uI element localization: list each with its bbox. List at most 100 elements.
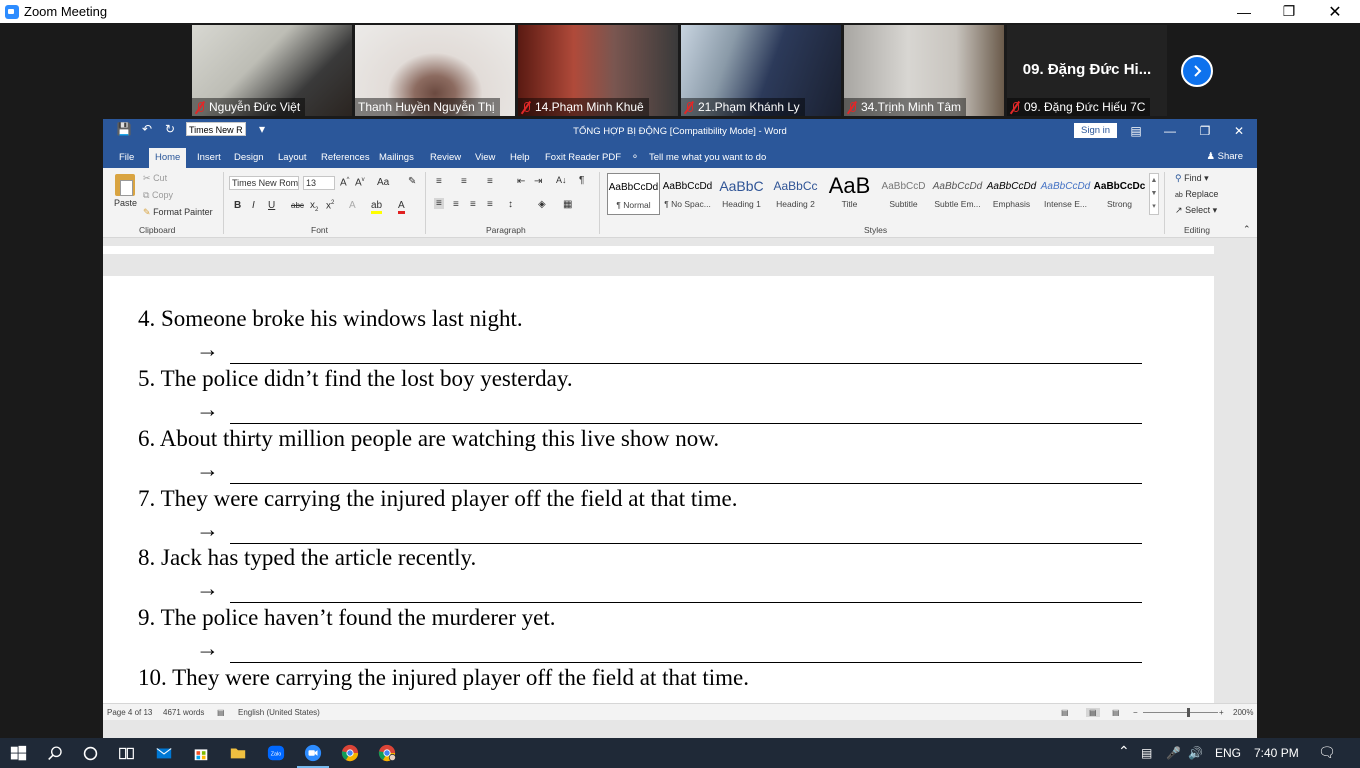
subscript-button[interactable]: x2	[310, 200, 318, 213]
vertical-scrollbar[interactable]	[1214, 238, 1257, 703]
task-view-icon[interactable]	[116, 743, 136, 763]
participant-tile[interactable]: 34.Trịnh Minh Tâm	[844, 25, 1004, 116]
close-button[interactable]: ✕	[1312, 0, 1358, 23]
cut-button[interactable]: ✂ Cut	[143, 173, 167, 184]
tab-layout[interactable]: Layout	[278, 148, 307, 168]
clear-formatting-icon[interactable]: ✎	[408, 176, 416, 187]
strikethrough-button[interactable]: abc	[291, 201, 304, 210]
tab-foxit[interactable]: Foxit Reader PDF	[545, 148, 621, 168]
tab-home[interactable]: Home	[149, 148, 187, 168]
bullets-button[interactable]: ≡	[436, 176, 442, 187]
read-mode-icon[interactable]: ▤	[1061, 708, 1069, 717]
word-close-button[interactable]: ✕	[1222, 119, 1256, 143]
tab-view[interactable]: View	[475, 148, 495, 168]
notifications-icon[interactable]: 🗨	[1318, 744, 1336, 761]
word-minimize-button[interactable]: —	[1153, 119, 1187, 143]
style-intense-emphasis[interactable]: AaBbCcDd Intense E...	[1039, 173, 1092, 215]
bold-button[interactable]: B	[234, 200, 241, 211]
store-icon[interactable]	[191, 743, 211, 763]
document-page[interactable]: 4. Someone broke his windows last night.…	[103, 276, 1214, 703]
proofing-icon[interactable]: ▤	[217, 708, 225, 717]
change-case-button[interactable]: Aa	[377, 177, 389, 188]
justify-button[interactable]: ≡	[487, 199, 493, 210]
borders-button[interactable]: ▦	[563, 199, 572, 210]
chrome-profile-icon[interactable]	[377, 743, 397, 763]
grow-font-button[interactable]: A^	[340, 177, 350, 188]
superscript-button[interactable]: x2	[326, 200, 334, 211]
align-right-button[interactable]: ≡	[470, 199, 476, 210]
participant-tile[interactable]: Nguyễn Đức Việt	[192, 25, 352, 116]
shrink-font-button[interactable]: Av	[355, 177, 365, 188]
participant-tile[interactable]: 09. Đặng Đức Hi... 09. Đặng Đức Hiếu 7C	[1007, 25, 1167, 116]
volume-icon[interactable]: 🔊	[1188, 746, 1203, 760]
share-button[interactable]: ♟ Share	[1206, 151, 1243, 162]
tab-references[interactable]: References	[321, 148, 370, 168]
participant-tile[interactable]: 14.Phạm Minh Khuê	[518, 25, 678, 116]
font-size-box[interactable]: 13	[303, 176, 335, 190]
microphone-icon[interactable]: 🎤	[1166, 746, 1181, 760]
restore-button[interactable]: ❐	[1266, 0, 1312, 23]
highlight-button[interactable]: ab	[371, 200, 383, 214]
select-button[interactable]: ↗ Select ▾	[1175, 205, 1217, 216]
decrease-indent-button[interactable]: ⇤	[517, 176, 525, 187]
windows-start-icon[interactable]	[8, 743, 28, 763]
participant-tile[interactable]: 21.Phạm Khánh Ly	[681, 25, 841, 116]
network-icon[interactable]: ▤	[1141, 746, 1152, 760]
mail-icon[interactable]	[154, 743, 174, 763]
tab-help[interactable]: Help	[510, 148, 530, 168]
language-indicator[interactable]: ENG	[1215, 746, 1241, 760]
styles-scroll[interactable]: ▲ ▼ ▾	[1149, 173, 1159, 215]
chrome-icon[interactable]	[340, 743, 360, 763]
show-marks-button[interactable]: ¶	[579, 175, 584, 186]
style-strong[interactable]: AaBbCcDc Strong	[1093, 173, 1146, 215]
style-title[interactable]: AaB Title	[823, 173, 876, 215]
minimize-button[interactable]: —	[1221, 0, 1267, 23]
style-no-spacing[interactable]: AaBbCcDd ¶ No Spac...	[661, 173, 714, 215]
style-heading-1[interactable]: AaBbC Heading 1	[715, 173, 768, 215]
shading-button[interactable]: ◈	[538, 199, 546, 210]
copy-button[interactable]: ⧉ Copy	[143, 190, 173, 201]
font-color-button[interactable]: A	[398, 200, 405, 214]
paste-button[interactable]: Paste	[114, 198, 137, 208]
search-icon[interactable]	[45, 743, 65, 763]
participant-tile[interactable]: Thanh Huyền Nguyễn Thị	[355, 25, 515, 116]
zoom-in-icon[interactable]: +	[1219, 708, 1224, 717]
word-restore-button[interactable]: ❐	[1188, 119, 1222, 143]
format-painter-button[interactable]: ✎ Format Painter	[143, 207, 213, 218]
numbering-button[interactable]: ≡	[461, 176, 467, 187]
sort-button[interactable]: A↓	[556, 175, 567, 185]
style-normal[interactable]: AaBbCcDd ¶ Normal	[607, 173, 660, 215]
find-button[interactable]: ⚲ Find ▾	[1175, 173, 1209, 184]
align-center-button[interactable]: ≡	[453, 199, 459, 210]
tab-review[interactable]: Review	[430, 148, 461, 168]
page-count[interactable]: Page 4 of 13	[107, 708, 152, 717]
zoom-slider[interactable]	[1143, 712, 1218, 713]
file-explorer-icon[interactable]	[228, 743, 248, 763]
font-name-box[interactable]: Times New Rom	[229, 176, 299, 190]
web-layout-icon[interactable]: ▤	[1112, 708, 1120, 717]
cortana-icon[interactable]	[80, 743, 100, 763]
style-emphasis[interactable]: AaBbCcDd Emphasis	[985, 173, 1038, 215]
tab-file[interactable]: File	[119, 148, 134, 168]
zoom-slider-thumb[interactable]	[1187, 708, 1190, 717]
print-layout-icon[interactable]: ▤	[1086, 708, 1100, 717]
zoom-level[interactable]: 200%	[1233, 708, 1253, 717]
word-count[interactable]: 4671 words	[163, 708, 204, 717]
tab-design[interactable]: Design	[234, 148, 264, 168]
tell-me-search[interactable]: Tell me what you want to do	[649, 148, 766, 168]
zalo-icon[interactable]: Zalo	[266, 743, 286, 763]
next-page-button[interactable]	[1181, 55, 1213, 87]
align-left-button[interactable]: ≡	[434, 198, 444, 209]
language-indicator[interactable]: English (United States)	[238, 708, 320, 717]
text-effects-button[interactable]: A	[349, 200, 356, 211]
line-spacing-button[interactable]: ↕	[508, 199, 513, 210]
tab-insert[interactable]: Insert	[197, 148, 221, 168]
paste-icon[interactable]	[115, 174, 135, 196]
ribbon-display-icon[interactable]: ▤	[1119, 119, 1153, 143]
style-subtitle[interactable]: AaBbCcD Subtitle	[877, 173, 930, 215]
sign-in-button[interactable]: Sign in	[1074, 123, 1118, 138]
underline-button[interactable]: U	[268, 200, 275, 211]
clock[interactable]: 7:40 PM	[1254, 746, 1299, 760]
style-heading-2[interactable]: AaBbCc Heading 2	[769, 173, 822, 215]
multilevel-list-button[interactable]: ≡	[487, 176, 493, 187]
